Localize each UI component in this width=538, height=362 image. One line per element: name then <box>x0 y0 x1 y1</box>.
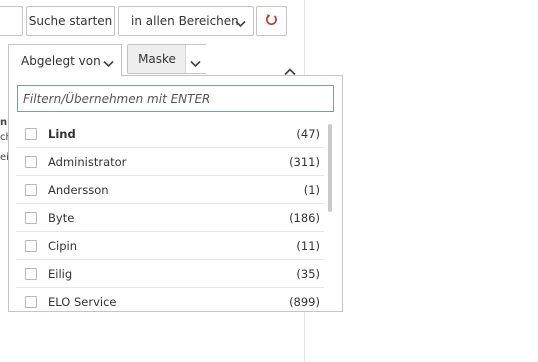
chevron-down-icon <box>190 57 201 71</box>
tab-owner-filter[interactable]: Abgelegt von <box>8 44 122 76</box>
item-label: Cipin <box>48 239 78 253</box>
item-count: (186) <box>289 211 320 225</box>
checkbox[interactable] <box>25 128 37 140</box>
list-item[interactable]: ELO Service (899) <box>16 288 324 311</box>
search-input[interactable] <box>0 6 23 36</box>
item-label: Andersson <box>48 183 109 197</box>
checkbox[interactable] <box>25 240 37 252</box>
checkbox[interactable] <box>25 184 37 196</box>
item-label: Eilig <box>48 267 73 281</box>
item-label: Lind <box>48 127 76 141</box>
background-text: n <box>0 117 8 128</box>
item-label: Byte <box>48 211 75 225</box>
checkbox[interactable] <box>25 156 37 168</box>
item-count: (11) <box>296 239 320 253</box>
checkbox[interactable] <box>25 296 37 308</box>
tab-mask-filter-label: Maske <box>138 52 176 66</box>
search-button[interactable]: Suche starten <box>26 6 115 36</box>
item-count: (35) <box>296 267 320 281</box>
list-item[interactable]: Administrator (311) <box>16 148 324 176</box>
list-item[interactable]: Andersson (1) <box>16 176 324 204</box>
item-count: (311) <box>289 155 320 169</box>
chevron-down-icon <box>103 57 114 71</box>
chevron-down-icon <box>235 17 246 31</box>
list-item[interactable]: Lind (47) <box>16 120 324 148</box>
owner-list: Lind (47) Administrator (311) Andersson … <box>16 120 324 311</box>
reset-icon <box>265 13 278 29</box>
tab-owner-filter-label: Abgelegt von <box>21 53 101 68</box>
reset-button[interactable] <box>256 6 287 36</box>
scrollbar[interactable] <box>328 124 332 212</box>
filter-input[interactable] <box>17 85 334 112</box>
checkbox[interactable] <box>25 212 37 224</box>
item-label: Administrator <box>48 155 127 169</box>
list-item[interactable]: Eilig (35) <box>16 260 324 288</box>
list-item[interactable]: Byte (186) <box>16 204 324 232</box>
area-select-value: in allen Bereichen <box>131 14 239 28</box>
tab-mask-filter[interactable]: Maske <box>127 44 207 74</box>
owner-filter-dropdown: Lind (47) Administrator (311) Andersson … <box>8 75 343 312</box>
area-select[interactable]: in allen Bereichen <box>118 6 254 36</box>
item-count: (1) <box>303 183 320 197</box>
item-count: (47) <box>296 127 320 141</box>
list-item[interactable]: Cipin (11) <box>16 232 324 260</box>
checkbox[interactable] <box>25 268 37 280</box>
item-label: ELO Service <box>48 295 117 309</box>
item-count: (899) <box>289 295 320 309</box>
